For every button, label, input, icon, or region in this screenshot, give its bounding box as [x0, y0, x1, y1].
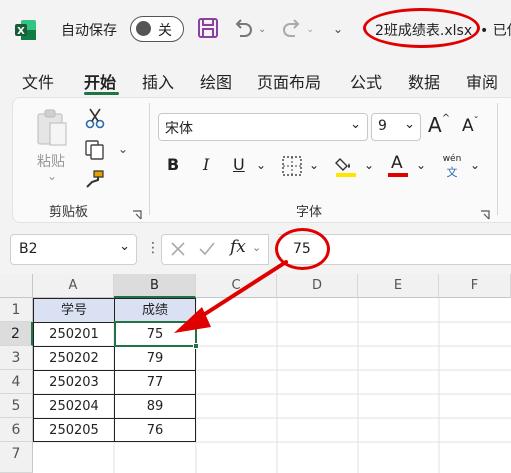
font-name-combo[interactable]: 宋体 ⌄: [158, 113, 368, 141]
cell-a6[interactable]: 250205: [33, 418, 115, 442]
fill-color-dropdown-icon[interactable]: ⌄: [364, 158, 374, 172]
undo-icon[interactable]: [233, 17, 253, 39]
autosave-label: 自动保存: [61, 23, 117, 39]
row-header-3[interactable]: 3: [0, 346, 33, 370]
cell-a2[interactable]: 250201: [33, 322, 115, 347]
chevron-down-icon: ⌄: [350, 117, 361, 132]
undo-dropdown-icon[interactable]: ⌄: [258, 24, 266, 35]
select-all-corner[interactable]: [0, 274, 33, 298]
formula-bar-grip-icon[interactable]: ⋮: [146, 240, 160, 256]
chevron-down-icon: ⌄: [404, 117, 415, 132]
tab-insert[interactable]: 插入: [142, 69, 174, 93]
font-name-value: 宋体: [165, 121, 193, 137]
paste-button[interactable]: 粘贴 ⌄: [33, 107, 71, 195]
cell-a1[interactable]: 学号: [33, 298, 115, 323]
font-color-glyph: A: [391, 153, 403, 173]
tab-file[interactable]: 文件: [22, 69, 54, 93]
filename-annotation-circle: [363, 8, 480, 48]
phonetic-bottom: 文: [446, 166, 458, 179]
cut-icon[interactable]: [85, 107, 105, 129]
ribbon-separator: [149, 103, 150, 215]
clipboard-group-label: 剪贴板: [49, 205, 89, 220]
ribbon-separator: [497, 103, 498, 215]
shrink-glyph: A: [462, 116, 474, 136]
grow-glyph: A: [428, 113, 442, 137]
tab-review[interactable]: 审阅: [466, 69, 498, 93]
font-size-value: 9: [378, 118, 387, 134]
redo-dropdown-icon[interactable]: ⌄: [306, 24, 314, 35]
phonetic-guide-icon[interactable]: wén 文: [440, 154, 464, 180]
decrease-font-size-icon[interactable]: Aˇ: [462, 116, 479, 136]
increase-font-size-icon[interactable]: A^: [428, 113, 450, 137]
underline-button[interactable]: U: [233, 155, 245, 174]
row-header-6[interactable]: 6: [0, 418, 33, 442]
cell-b6[interactable]: 76: [114, 418, 196, 442]
tab-home[interactable]: 开始: [84, 69, 116, 93]
cell-b4[interactable]: 77: [114, 370, 196, 395]
cell-a4[interactable]: 250203: [33, 370, 115, 395]
function-dropdown-icon[interactable]: ⌄: [252, 241, 261, 254]
paste-label: 粘贴: [37, 154, 65, 170]
tab-formulas[interactable]: 公式: [350, 69, 382, 93]
excel-app-icon[interactable]: X: [14, 18, 38, 42]
insert-function-button[interactable]: fx: [230, 237, 246, 257]
formula-annotation-circle: [275, 228, 330, 270]
font-dialog-launcher-icon[interactable]: [480, 205, 490, 220]
toggle-knob: [136, 21, 151, 36]
active-cell-selection: [114, 321, 197, 347]
borders-dropdown-icon[interactable]: ⌄: [309, 158, 319, 172]
phonetic-dropdown-icon[interactable]: ⌄: [470, 158, 480, 172]
tab-data[interactable]: 数据: [408, 69, 440, 93]
paste-dropdown-icon: ⌄: [47, 169, 58, 183]
font-color-icon[interactable]: A: [387, 153, 409, 177]
format-painter-icon[interactable]: [84, 168, 106, 190]
font-size-combo[interactable]: 9 ⌄: [371, 113, 421, 141]
column-header-c[interactable]: C: [196, 274, 277, 298]
save-icon[interactable]: [197, 17, 221, 41]
column-header-d[interactable]: D: [277, 274, 358, 298]
italic-button[interactable]: I: [203, 155, 209, 174]
phonetic-top: wén: [442, 154, 462, 164]
row-header-2[interactable]: 2: [0, 322, 33, 346]
autosave-toggle[interactable]: 关: [130, 16, 184, 42]
copy-dropdown-icon[interactable]: ⌄: [118, 142, 128, 156]
font-group-label: 字体: [296, 205, 323, 220]
font-color-swatch: [388, 173, 408, 177]
chevron-down-icon: ⌄: [119, 239, 130, 254]
borders-icon[interactable]: [282, 156, 302, 176]
name-box[interactable]: B2 ⌄: [10, 234, 137, 265]
underline-dropdown-icon[interactable]: ⌄: [256, 158, 266, 172]
cell-b3[interactable]: 79: [114, 346, 196, 371]
tab-page-layout[interactable]: 页面布局: [257, 69, 321, 93]
redo-icon[interactable]: [282, 17, 302, 39]
cancel-icon[interactable]: [170, 241, 186, 257]
row-header-4[interactable]: 4: [0, 370, 33, 394]
column-header-f[interactable]: F: [439, 274, 511, 298]
enter-checkmark-icon[interactable]: [198, 241, 216, 257]
fill-handle[interactable]: [193, 343, 199, 349]
cell-b1[interactable]: 成绩: [114, 298, 196, 323]
row-header-1[interactable]: 1: [0, 298, 33, 322]
row-header-5[interactable]: 5: [0, 394, 33, 418]
clipboard-dialog-launcher-icon[interactable]: [132, 205, 142, 220]
cell-b5[interactable]: 89: [114, 394, 196, 419]
column-header-a[interactable]: A: [33, 274, 114, 298]
autosave-toggle-state: 关: [158, 23, 172, 39]
active-tab-underline: [84, 92, 119, 95]
column-header-b[interactable]: B: [114, 274, 196, 298]
column-header-e[interactable]: E: [358, 274, 439, 298]
tab-draw[interactable]: 绘图: [200, 69, 232, 93]
svg-text:X: X: [17, 26, 25, 37]
paste-icon: [36, 109, 68, 147]
copy-icon[interactable]: [84, 139, 106, 161]
customize-qat-icon[interactable]: ⌄: [333, 22, 343, 36]
bold-button[interactable]: B: [167, 155, 179, 174]
row-header-7[interactable]: 7: [0, 442, 33, 473]
cell-a3[interactable]: 250202: [33, 346, 115, 371]
font-color-dropdown-icon[interactable]: ⌄: [416, 158, 426, 172]
name-box-value: B2: [19, 241, 38, 257]
fill-color-icon[interactable]: [335, 154, 357, 178]
cell-a5[interactable]: 250204: [33, 394, 115, 419]
save-status: • 已保: [480, 23, 511, 39]
